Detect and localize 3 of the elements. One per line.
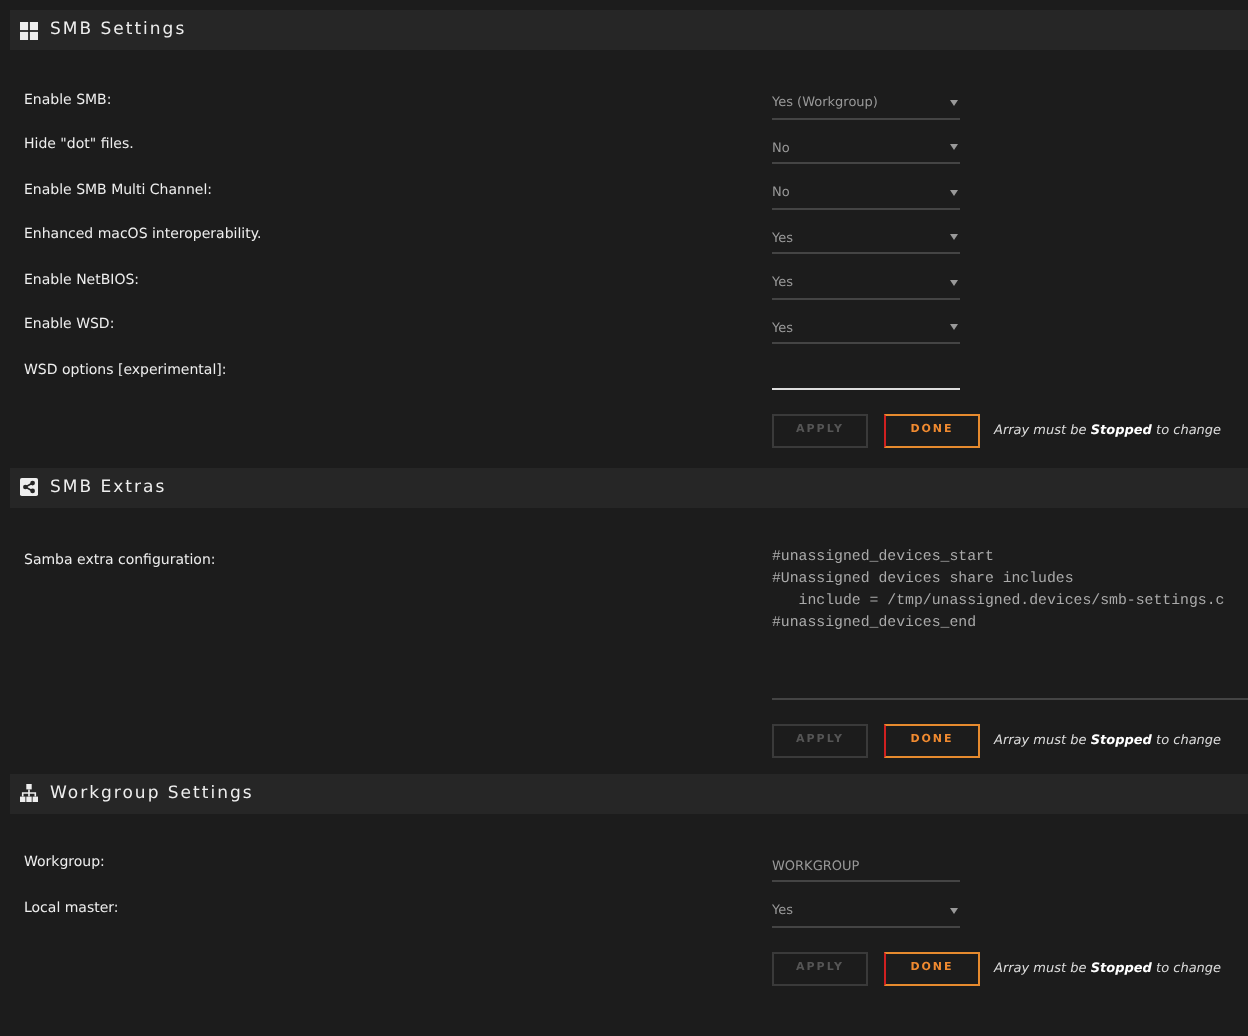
section-title: SMB Extras bbox=[50, 477, 167, 497]
section-title: Workgroup Settings bbox=[50, 783, 254, 804]
section-title: SMB Settings bbox=[50, 20, 187, 40]
